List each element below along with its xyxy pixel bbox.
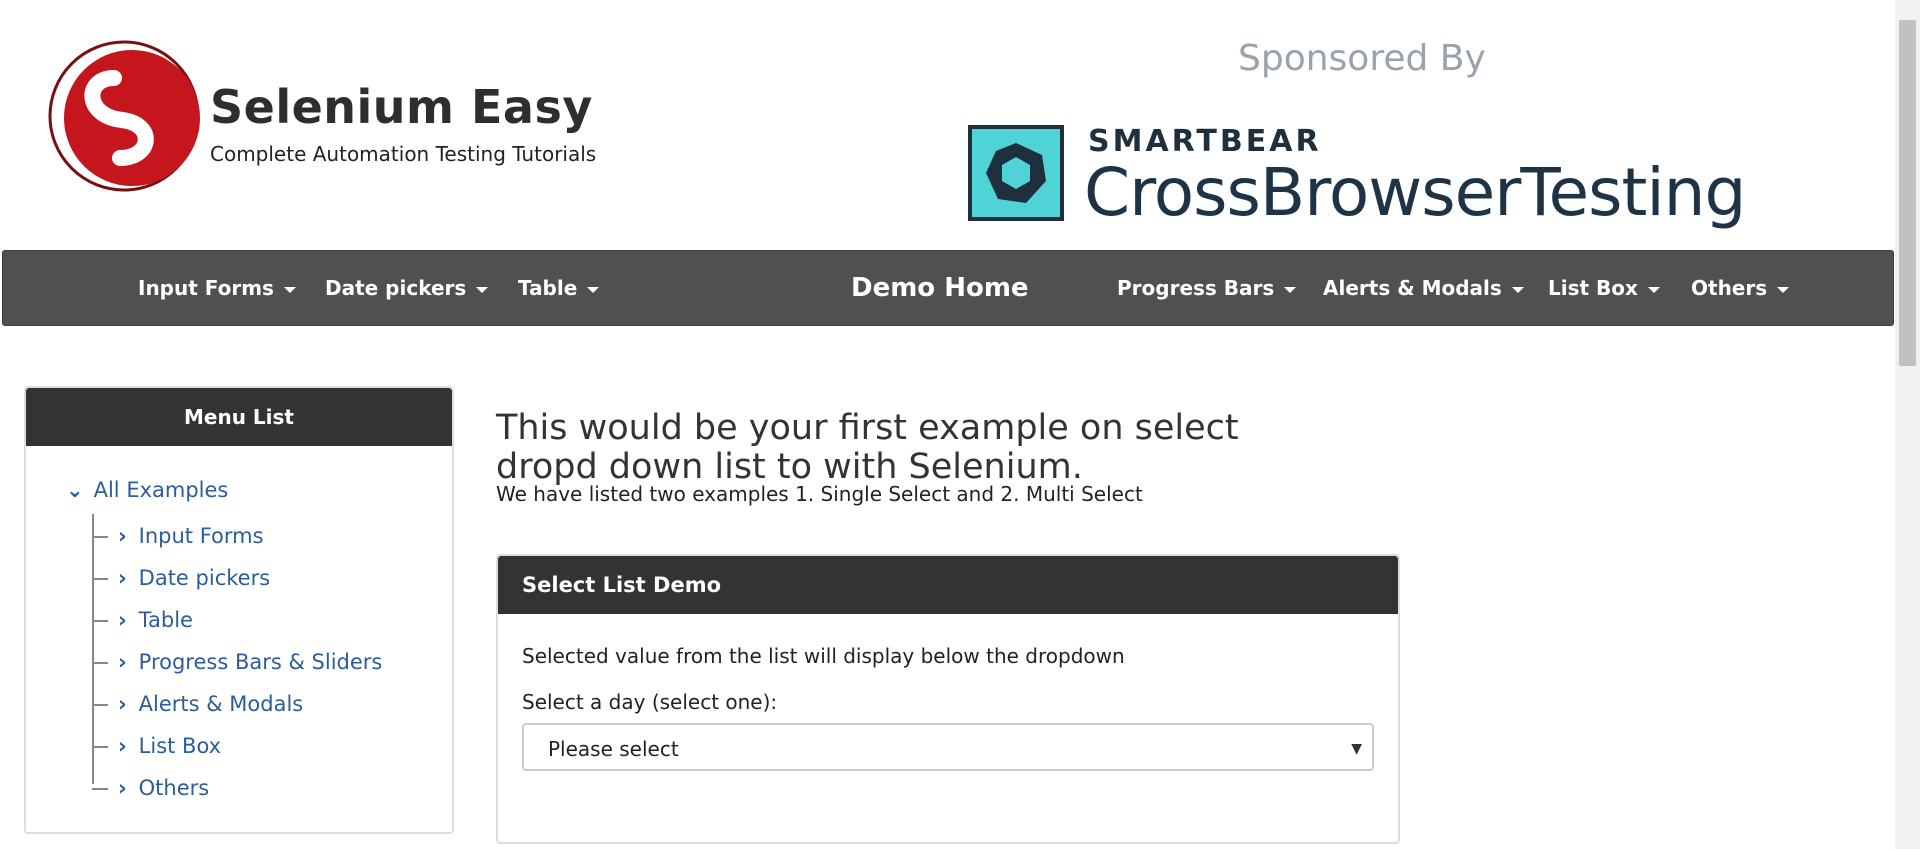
nav-date-pickers[interactable]: Date pickers <box>325 251 489 325</box>
nav-progress-bars[interactable]: Progress Bars <box>1117 251 1297 325</box>
nav-others[interactable]: Others <box>1691 251 1790 325</box>
panel-description: Selected value from the list will displa… <box>522 644 1125 668</box>
sidebar-item-label: Date pickers <box>138 566 271 590</box>
sponsored-label: Sponsored By <box>1238 38 1486 79</box>
page-title: This would be your first example on sele… <box>496 408 1239 488</box>
chevron-right-icon: › <box>118 608 127 632</box>
sponsor-product[interactable]: CrossBrowserTesting <box>1084 154 1746 231</box>
caret-down-icon <box>1647 286 1660 293</box>
select-day-dropdown[interactable]: Please select ▼ <box>522 723 1374 771</box>
nav-label: Progress Bars <box>1117 276 1275 300</box>
vertical-scrollbar[interactable] <box>1895 0 1920 849</box>
page-subtitle: We have listed two examples 1. Single Se… <box>496 482 1143 506</box>
chevron-right-icon: › <box>118 776 127 800</box>
chevron-down-icon: ⌄ <box>66 478 84 502</box>
nav-table[interactable]: Table <box>518 251 600 325</box>
caret-down-icon <box>476 286 489 293</box>
nav-label: List Box <box>1548 276 1638 300</box>
scrollbar-thumb[interactable] <box>1899 20 1916 366</box>
sidebar-item-progress-bars[interactable]: › Progress Bars & Sliders <box>92 650 382 680</box>
nav-label: Date pickers <box>325 276 467 300</box>
chevron-right-icon: › <box>118 650 127 674</box>
nav-label: Others <box>1691 276 1768 300</box>
sidebar-item-label: Others <box>138 776 210 800</box>
tree-root-label: All Examples <box>93 478 229 502</box>
sidebar-item-input-forms[interactable]: › Input Forms <box>92 524 264 554</box>
sidebar-item-list-box[interactable]: › List Box <box>92 734 221 764</box>
nav-alerts-modals[interactable]: Alerts & Modals <box>1323 251 1524 325</box>
select-day-label: Select a day (select one): <box>522 690 778 714</box>
caret-down-icon <box>283 286 296 293</box>
nav-label: Alerts & Modals <box>1323 276 1502 300</box>
nav-label: Input Forms <box>138 276 274 300</box>
caret-down-icon <box>587 286 600 293</box>
sidebar-item-label: Table <box>138 608 193 632</box>
sidebar-item-date-pickers[interactable]: › Date pickers <box>92 566 270 596</box>
sidebar-item-others[interactable]: › Others <box>92 776 209 806</box>
select-value: Please select <box>548 737 679 761</box>
sidebar-item-label: Input Forms <box>138 524 264 548</box>
chevron-right-icon: › <box>118 566 127 590</box>
select-list-panel: Select List Demo Selected value from the… <box>496 554 1400 844</box>
site-tagline: Complete Automation Testing Tutorials <box>210 142 597 166</box>
caret-down-icon <box>1777 286 1790 293</box>
nav-input-forms[interactable]: Input Forms <box>138 251 296 325</box>
sidebar-menu: Menu List ⌄ All Examples › Input Forms › Da… <box>24 386 454 834</box>
caret-down-icon <box>1511 286 1524 293</box>
dropdown-arrow-icon: ▼ <box>1351 741 1362 757</box>
crossbrowsertesting-logo-icon[interactable] <box>968 125 1064 221</box>
nav-label: Table <box>518 276 578 300</box>
site-header: Selenium Easy Complete Automation Testin… <box>0 0 1895 250</box>
nav-demo-home[interactable]: Demo Home <box>851 251 1029 325</box>
chevron-right-icon: › <box>118 692 127 716</box>
sidebar-item-alerts-modals[interactable]: › Alerts & Modals <box>92 692 303 722</box>
main-navbar: Input Forms Date pickers Table Demo Home… <box>2 250 1894 326</box>
chevron-right-icon: › <box>118 524 127 548</box>
sidebar-item-table[interactable]: › Table <box>92 608 193 638</box>
nav-list-box[interactable]: List Box <box>1548 251 1660 325</box>
sidebar-title: Menu List <box>26 388 452 446</box>
selenium-easy-logo-icon[interactable] <box>44 38 204 194</box>
chevron-right-icon: › <box>118 734 127 758</box>
sidebar-item-label: Progress Bars & Sliders <box>138 650 383 674</box>
site-title[interactable]: Selenium Easy <box>210 80 593 134</box>
sidebar-item-label: Alerts & Modals <box>138 692 304 716</box>
sidebar-item-label: List Box <box>138 734 222 758</box>
panel-title: Select List Demo <box>498 556 1398 614</box>
caret-down-icon <box>1284 286 1297 293</box>
tree-root-all-examples[interactable]: ⌄ All Examples <box>66 478 228 502</box>
